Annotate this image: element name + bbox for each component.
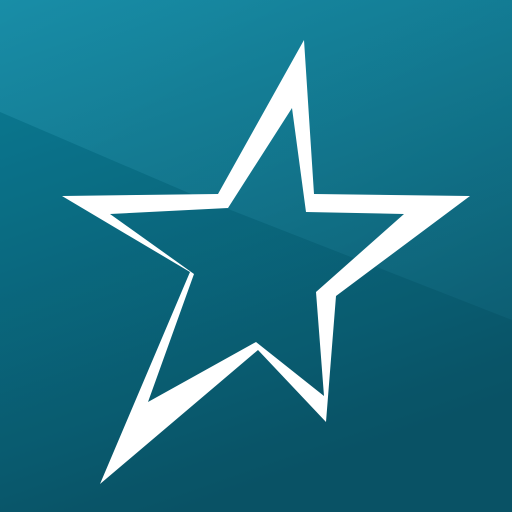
app-icon[interactable] xyxy=(0,0,512,512)
app-icon-graphic xyxy=(0,0,512,512)
